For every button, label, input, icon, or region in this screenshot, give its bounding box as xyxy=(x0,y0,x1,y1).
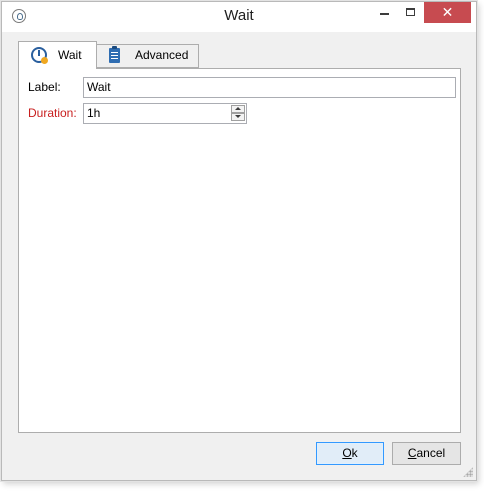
tab-advanced-label: Advanced xyxy=(135,48,189,62)
duration-input[interactable]: 1h xyxy=(83,103,247,124)
label-input[interactable]: Wait xyxy=(83,77,456,98)
spin-up-button[interactable] xyxy=(231,105,245,113)
tab-advanced[interactable]: Advanced xyxy=(97,44,199,68)
minimize-button[interactable] xyxy=(372,2,398,23)
close-button[interactable]: ✕ xyxy=(424,2,471,23)
duration-value: 1h xyxy=(87,106,101,120)
tab-content-panel: Label: Wait Duration: 1h xyxy=(18,68,461,433)
resize-grip[interactable] xyxy=(463,467,473,477)
title-bar[interactable]: Wait ✕ xyxy=(2,2,476,32)
tab-wait[interactable]: Wait xyxy=(18,41,97,69)
spin-down-button[interactable] xyxy=(231,113,245,121)
duration-field-label: Duration: xyxy=(28,106,77,120)
maximize-button[interactable] xyxy=(398,2,424,23)
close-icon: ✕ xyxy=(441,4,454,20)
clock-icon xyxy=(31,47,48,64)
cancel-button-label: Cancel xyxy=(407,446,446,460)
tab-wait-label: Wait xyxy=(58,48,82,62)
ok-button[interactable]: Ok xyxy=(316,442,384,465)
ok-button-label: Ok xyxy=(342,446,358,460)
dialog-window: Wait ✕ Wait Advanced Label: Wait Duratio… xyxy=(1,1,477,481)
clipboard-icon xyxy=(109,46,120,63)
label-field-label: Label: xyxy=(28,80,61,94)
cancel-button[interactable]: Cancel xyxy=(392,442,461,465)
